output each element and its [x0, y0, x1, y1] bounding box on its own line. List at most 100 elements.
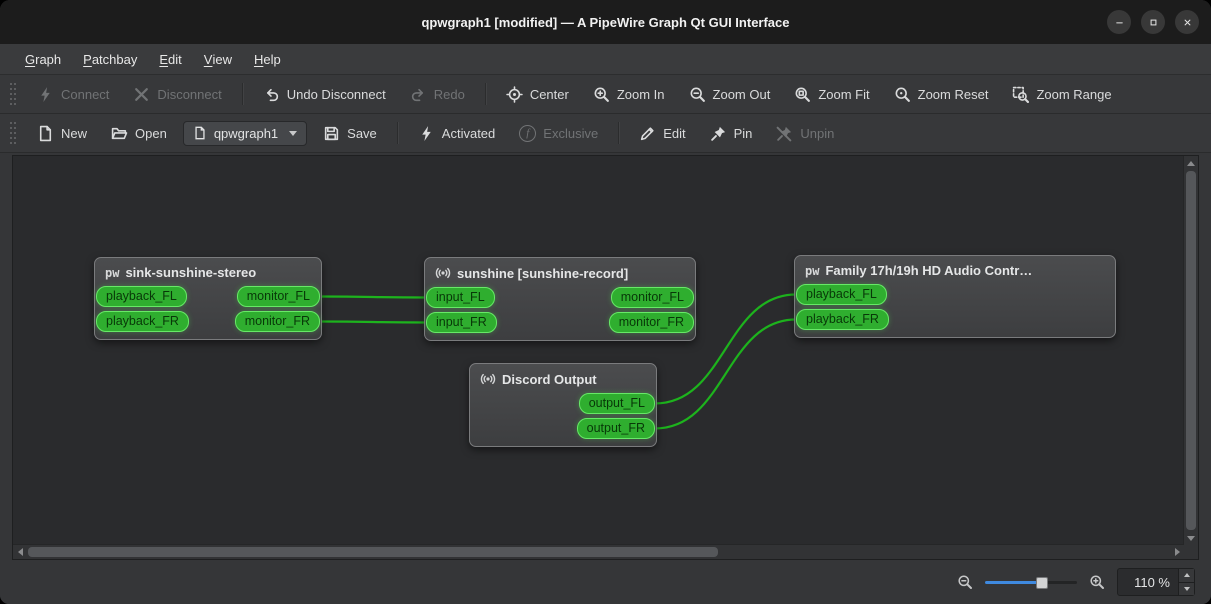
file-icon — [195, 126, 205, 140]
node-header: sunshine [sunshine-record] — [425, 262, 695, 287]
zoom-slider-handle[interactable] — [1036, 577, 1049, 589]
spin-up-button[interactable] — [1179, 569, 1194, 583]
new-button[interactable]: New — [29, 120, 95, 147]
zoom-spinbox[interactable]: 110 % — [1117, 568, 1195, 596]
graph-node-family-audio[interactable]: pw Family 17h/19h HD Audio Contr… playba… — [794, 255, 1116, 338]
node-header: pw sink-sunshine-stereo — [95, 262, 321, 286]
unpin-icon — [777, 126, 792, 141]
open-button[interactable]: Open — [103, 120, 175, 147]
edit-button[interactable]: Edit — [631, 120, 693, 147]
port-input-fl[interactable]: input_FL — [426, 287, 495, 308]
app-window: qpwgraph1 [modified] — A PipeWire Graph … — [0, 0, 1211, 604]
vertical-scroll-thumb[interactable] — [1186, 171, 1196, 530]
new-label: New — [61, 125, 88, 141]
spin-down-button[interactable] — [1179, 582, 1194, 595]
graph-toolbar: Connect Disconnect Undo Disconnect Redo … — [0, 75, 1211, 114]
toolbar-separator — [241, 83, 243, 105]
toolbar-separator — [484, 83, 486, 105]
port-monitor-fl[interactable]: monitor_FL — [236, 286, 320, 307]
toolbar-grip[interactable] — [10, 122, 17, 144]
node-title: Discord Output — [502, 371, 597, 387]
redo-button[interactable]: Redo — [402, 81, 473, 108]
status-bar: 110 % — [0, 560, 1211, 604]
node-title: sink-sunshine-stereo — [125, 265, 257, 280]
open-label: Open — [135, 125, 167, 141]
port-monitor-fr[interactable]: monitor_FR — [608, 312, 694, 333]
window-title: qpwgraph1 [modified] — A PipeWire Graph … — [421, 14, 790, 30]
zoom-slider[interactable] — [985, 574, 1077, 590]
menu-edit[interactable]: Edit — [148, 44, 192, 74]
pin-label: Pin — [733, 125, 753, 141]
edit-pencil-icon — [641, 126, 654, 140]
menu-view[interactable]: View — [193, 44, 243, 74]
zoom-fit-button[interactable]: Zoom Fit — [786, 81, 877, 108]
zoom-reset-button[interactable]: Zoom Reset — [886, 81, 997, 108]
scroll-right-button[interactable] — [1170, 545, 1184, 559]
zoom-in-button[interactable]: Zoom In — [585, 81, 673, 108]
open-folder-icon — [111, 127, 128, 139]
undo-disconnect-button[interactable]: Undo Disconnect — [255, 81, 394, 108]
disconnect-label: Disconnect — [157, 86, 222, 102]
menu-graph[interactable]: Graph — [14, 44, 72, 74]
exclusive-button[interactable]: f Exclusive — [511, 120, 606, 147]
connect-button[interactable]: Connect — [29, 81, 117, 108]
node-ports: output_FL output_FR — [470, 393, 656, 439]
scroll-up-button[interactable] — [1184, 156, 1198, 170]
menu-help[interactable]: Help — [243, 44, 292, 74]
graph-node-discord[interactable]: Discord Output output_FL output_FR — [469, 363, 657, 447]
save-button[interactable]: Save — [315, 120, 385, 147]
toolbar-separator — [618, 122, 620, 144]
audio-app-icon — [435, 267, 451, 279]
menu-patchbay[interactable]: Patchbay — [72, 44, 148, 74]
horizontal-scrollbar[interactable] — [13, 544, 1184, 559]
zoom-out-icon — [690, 87, 705, 102]
zoom-reset-label: Zoom Reset — [917, 86, 989, 102]
center-label: Center — [529, 86, 569, 102]
port-input-fr[interactable]: input_FR — [426, 312, 497, 333]
zoom-fit-label: Zoom Fit — [818, 86, 870, 102]
undo-icon — [266, 88, 278, 101]
horizontal-scroll-thumb[interactable] — [28, 547, 718, 557]
port-playback-fl[interactable]: playback_FL — [96, 286, 187, 307]
arrow-up-icon — [1183, 573, 1190, 578]
minimize-button[interactable] — [1107, 10, 1131, 34]
graph-node-sink-sunshine[interactable]: pw sink-sunshine-stereo playback_FL moni… — [94, 257, 322, 340]
maximize-button[interactable] — [1141, 10, 1165, 34]
center-button[interactable]: Center — [498, 81, 577, 108]
pin-button[interactable]: Pin — [702, 120, 761, 147]
zoom-range-button[interactable]: Zoom Range — [1004, 81, 1119, 108]
arrow-up-icon — [1187, 160, 1195, 166]
spin-buttons — [1178, 569, 1194, 595]
port-monitor-fr[interactable]: monitor_FR — [234, 311, 320, 332]
scroll-left-button[interactable] — [13, 545, 27, 559]
scroll-down-button[interactable] — [1184, 531, 1198, 545]
patchbay-file-value: qpwgraph1 — [213, 125, 279, 141]
port-monitor-fl[interactable]: monitor_FL — [610, 287, 694, 308]
port-output-fr[interactable]: output_FR — [576, 418, 655, 439]
port-output-fl[interactable]: output_FL — [578, 393, 655, 414]
graph-canvas[interactable]: pw sink-sunshine-stereo playback_FL moni… — [13, 156, 1184, 545]
zoom-slider-fill — [985, 581, 1043, 584]
vertical-scrollbar[interactable] — [1183, 156, 1198, 545]
port-playback-fl[interactable]: playback_FL — [796, 284, 887, 305]
disconnect-button[interactable]: Disconnect — [125, 81, 229, 108]
node-ports: playback_FL monitor_FL playback_FR monit… — [95, 286, 321, 332]
graph-node-sunshine[interactable]: sunshine [sunshine-record] input_FL moni… — [424, 257, 696, 341]
activated-icon — [422, 125, 431, 141]
undo-disconnect-label: Undo Disconnect — [286, 86, 386, 102]
window-controls — [1107, 0, 1199, 44]
zoom-out-icon — [958, 575, 972, 589]
zoom-out-label: Zoom Out — [712, 86, 771, 102]
port-playback-fr[interactable]: playback_FR — [96, 311, 189, 332]
zoom-range-label: Zoom Range — [1036, 86, 1112, 102]
patchbay-file-combo[interactable]: qpwgraph1 — [182, 120, 308, 146]
zoom-value[interactable]: 110 % — [1118, 569, 1178, 595]
activated-button[interactable]: Activated — [410, 120, 503, 147]
toolbar-grip[interactable] — [10, 83, 17, 105]
port-playback-fr[interactable]: playback_FR — [796, 309, 889, 330]
node-title: Family 17h/19h HD Audio Contr… — [825, 263, 1033, 278]
audio-app-icon — [480, 373, 496, 385]
close-button[interactable] — [1175, 10, 1199, 34]
zoom-out-button[interactable]: Zoom Out — [681, 81, 779, 108]
unpin-button[interactable]: Unpin — [768, 120, 842, 147]
